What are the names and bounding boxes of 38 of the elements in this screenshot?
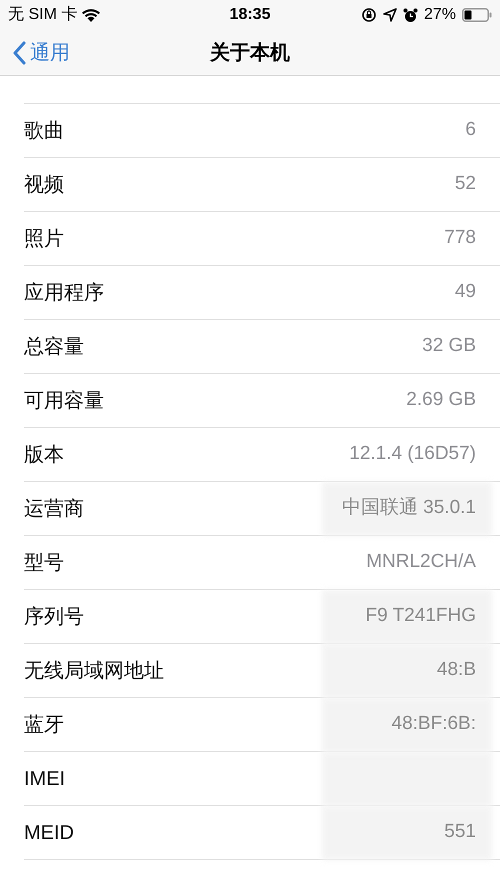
- carrier-text: 无 SIM 卡: [8, 4, 78, 25]
- back-chevron-icon: [12, 40, 26, 64]
- row-value: 中国联通 35.0.1: [342, 496, 476, 520]
- row-value: F9 T241FHG: [365, 604, 476, 628]
- alarm-clock-icon: [402, 8, 418, 22]
- row-label: 蓝牙: [24, 712, 64, 738]
- row-label: 可用容量: [24, 388, 104, 414]
- row-value: 2.69 GB: [406, 388, 476, 412]
- row-value: 49: [454, 280, 476, 304]
- row-value: 52: [454, 172, 476, 196]
- row-label: 序列号: [24, 604, 84, 630]
- row-label: 视频: [24, 172, 64, 198]
- row-value: 48:BF:6B:: [392, 712, 476, 736]
- page-title: 关于本机: [210, 40, 290, 66]
- row-label: 照片: [24, 226, 64, 252]
- row-value: 48:B: [436, 658, 476, 682]
- battery-icon: [462, 8, 492, 22]
- battery-percent: 27%: [424, 5, 456, 25]
- row-label: IMEI: [24, 766, 66, 792]
- location-icon: [382, 8, 397, 22]
- clock-text: 18:35: [230, 5, 270, 25]
- row-label: 总容量: [24, 334, 84, 360]
- row-value: 6: [465, 118, 476, 142]
- row-value: 32 GB: [422, 334, 476, 358]
- row-value: MNRL2CH/A: [366, 550, 476, 574]
- row-value: 778: [444, 226, 476, 250]
- row-label: 无线局域网地址: [24, 658, 164, 684]
- row-label: 歌曲: [24, 118, 64, 144]
- row-value: 551: [444, 820, 476, 844]
- row-value: 12.1.4 (16D57): [349, 442, 476, 466]
- row-label: MEID: [24, 820, 74, 846]
- row-label: 应用程序: [24, 280, 104, 306]
- wifi-icon: [81, 8, 102, 22]
- row-label: 版本: [24, 442, 64, 468]
- rotation-lock-icon: [360, 7, 377, 23]
- back-button[interactable]: 通用: [0, 38, 70, 68]
- row-label: 运营商: [24, 496, 84, 522]
- row-label: 型号: [24, 550, 64, 576]
